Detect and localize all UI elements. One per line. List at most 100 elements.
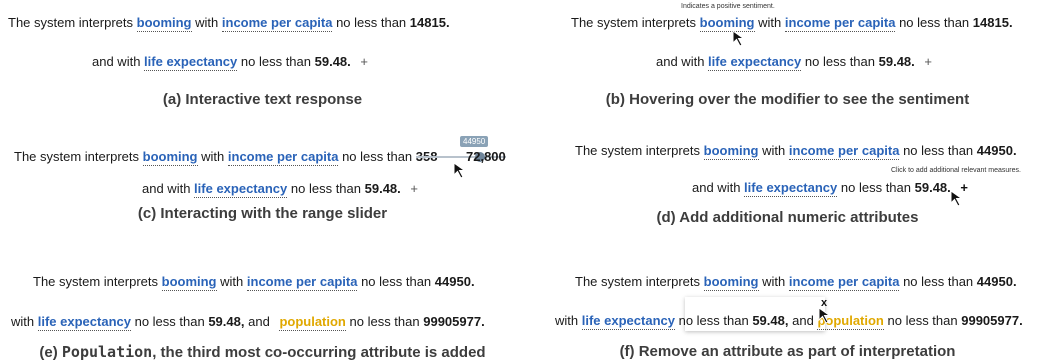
mouse-pointer-icon: [453, 162, 467, 179]
caption-e-attribute: Population: [61, 343, 153, 361]
income-value[interactable]: 44950.: [977, 143, 1017, 158]
sentence-prefix: The system interprets: [571, 15, 696, 30]
modifier-booming[interactable]: booming: [161, 274, 217, 291]
attribute-income-per-capita[interactable]: income per capita: [221, 15, 333, 32]
sentence-prefix: The system interprets: [575, 143, 700, 158]
panel-c: 44950 The system interprets booming with…: [0, 121, 525, 242]
attribute-population[interactable]: population: [279, 314, 346, 331]
life-value[interactable]: 59.48,: [752, 313, 788, 328]
comparator-text: no less than: [899, 15, 970, 30]
comparator-text: no less than: [887, 313, 958, 328]
sentence-line-2: and with life expectancy no less than 59…: [656, 54, 932, 71]
sentence-prefix: The system interprets: [8, 15, 133, 30]
with-text: with: [555, 313, 579, 328]
mouse-pointer-icon: [732, 30, 746, 47]
sentence-line-2: with life expectancy no less than 59.48,…: [555, 313, 1023, 330]
attribute-life-expectancy[interactable]: life expectancy: [581, 313, 675, 330]
caption-b: (b) Hovering over the modifier to see th…: [605, 91, 970, 108]
panel-f: The system interprets booming with incom…: [525, 242, 1050, 363]
add-attribute-button[interactable]: +: [924, 54, 932, 69]
population-value[interactable]: 99905977.: [961, 313, 1022, 328]
panel-e: The system interprets booming with incom…: [0, 242, 525, 363]
income-value[interactable]: 44950.: [977, 274, 1017, 289]
and-with-text: and with: [142, 181, 191, 196]
attribute-life-expectancy[interactable]: life expectancy: [37, 314, 131, 331]
modifier-booming[interactable]: booming: [703, 274, 759, 291]
with-text: with: [201, 149, 225, 164]
sentence-line-2: with life expectancy no less than 59.48,…: [11, 314, 485, 331]
and-text: and: [248, 314, 270, 329]
caption-e-rest: , the third most co-occurring attribute …: [152, 344, 486, 361]
life-value[interactable]: 59.48,: [208, 314, 244, 329]
panel-a: The system interprets booming with incom…: [0, 0, 525, 121]
modifier-booming[interactable]: booming: [142, 149, 198, 166]
add-attribute-button[interactable]: +: [410, 181, 418, 196]
panel-d: The system interprets booming with incom…: [525, 121, 1050, 242]
sentence-line-2: and with life expectancy no less than 59…: [142, 181, 418, 198]
slider-value-badge: 44950: [460, 136, 489, 147]
sentence-line-1: The system interprets booming with incom…: [575, 274, 1017, 291]
sentence-line-1: The system interprets booming with incom…: [571, 15, 1013, 32]
with-text: with: [11, 314, 35, 329]
comparator-text: no less than: [903, 143, 974, 158]
comparator-text: no less than: [804, 54, 875, 69]
attribute-life-expectancy[interactable]: life expectancy: [144, 54, 238, 71]
sentiment-tooltip: Indicates a positive sentiment.: [681, 3, 775, 10]
comparator-text: no less than: [336, 15, 407, 30]
comparator-text: no less than: [349, 314, 420, 329]
caption-f: (f) Remove an attribute as part of inter…: [619, 343, 956, 360]
attribute-life-expectancy[interactable]: life expectancy: [744, 180, 838, 197]
comparator-text: no less than: [240, 54, 311, 69]
comparator-text: no less than: [678, 313, 749, 328]
life-value[interactable]: 59.48.: [365, 181, 401, 196]
attribute-life-expectancy[interactable]: life expectancy: [708, 54, 802, 71]
sentence-prefix: The system interprets: [33, 274, 158, 289]
modifier-booming[interactable]: booming: [136, 15, 192, 32]
sentence-line-2: and with life expectancy no less than 59…: [92, 54, 368, 71]
attribute-income-per-capita[interactable]: income per capita: [788, 274, 900, 291]
caption-c: (c) Interacting with the range slider: [137, 205, 388, 222]
modifier-booming[interactable]: booming: [703, 143, 759, 160]
sentence-line-1: The system interprets booming with incom…: [33, 274, 475, 291]
attribute-life-expectancy[interactable]: life expectancy: [194, 181, 288, 198]
life-value[interactable]: 59.48.: [315, 54, 351, 69]
attribute-income-per-capita[interactable]: income per capita: [227, 149, 339, 166]
mouse-pointer-icon: [818, 307, 832, 324]
attribute-income-per-capita[interactable]: income per capita: [788, 143, 900, 160]
add-measures-tooltip: Click to add additional relevant measure…: [891, 167, 1021, 174]
life-value[interactable]: 59.48.: [915, 180, 951, 195]
and-text: and: [792, 313, 814, 328]
sentence-line-2: and with life expectancy no less than 59…: [692, 180, 968, 197]
with-text: with: [762, 274, 786, 289]
with-text: with: [195, 15, 219, 30]
income-value[interactable]: 44950.: [435, 274, 475, 289]
comparator-text: no less than: [134, 314, 205, 329]
attribute-income-per-capita[interactable]: income per capita: [784, 15, 896, 32]
comparator-text: no less than: [840, 180, 911, 195]
population-value[interactable]: 99905977.: [423, 314, 484, 329]
and-with-text: and with: [656, 54, 705, 69]
attribute-income-per-capita[interactable]: income per capita: [246, 274, 358, 291]
caption-e-prefix: (e): [39, 344, 58, 361]
sentence-line-1: The system interprets booming with incom…: [8, 15, 450, 32]
caption-d: (d) Add additional numeric attributes: [656, 209, 919, 226]
sentence-prefix: The system interprets: [575, 274, 700, 289]
life-value[interactable]: 59.48.: [879, 54, 915, 69]
income-value[interactable]: 14815.: [410, 15, 450, 30]
sentence-prefix: The system interprets: [14, 149, 139, 164]
with-text: with: [220, 274, 244, 289]
and-with-text: and with: [692, 180, 741, 195]
and-with-text: and with: [92, 54, 141, 69]
caption-a: (a) Interactive text response: [162, 91, 363, 108]
income-value[interactable]: 14815.: [973, 15, 1013, 30]
with-text: with: [762, 143, 786, 158]
comparator-text: no less than: [361, 274, 432, 289]
caption-e: (e) Population, the third most co-occurr…: [0, 343, 525, 361]
with-text: with: [758, 15, 782, 30]
mouse-pointer-icon: [950, 190, 964, 207]
comparator-text: no less than: [903, 274, 974, 289]
comparator-text: no less than: [290, 181, 361, 196]
comparator-text: no less than: [342, 149, 413, 164]
sentence-line-1: The system interprets booming with incom…: [14, 149, 438, 166]
add-attribute-button[interactable]: +: [360, 54, 368, 69]
